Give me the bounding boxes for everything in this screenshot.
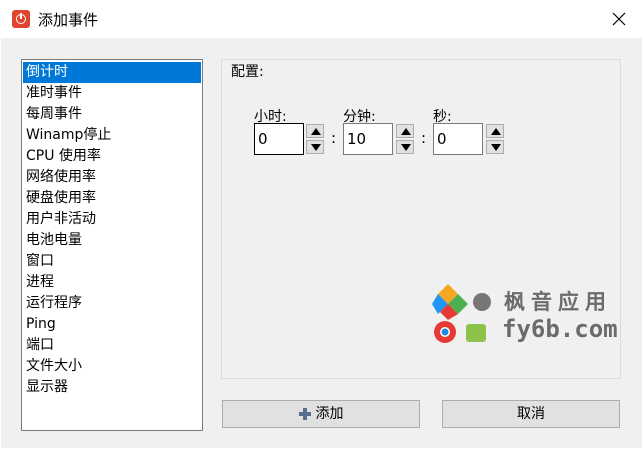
separator-colon: : (331, 129, 337, 147)
watermark-logo-icon (432, 284, 491, 343)
plus-icon (298, 408, 311, 420)
window-title: 添加事件 (38, 11, 99, 29)
close-button[interactable] (609, 9, 629, 29)
arrow-up-icon (401, 128, 411, 135)
list-item[interactable]: 准时事件 (23, 83, 201, 104)
close-icon (612, 12, 626, 26)
list-item[interactable]: 电池电量 (23, 230, 201, 251)
list-item[interactable]: 窗口 (23, 251, 201, 272)
list-item[interactable]: CPU 使用率 (23, 146, 201, 167)
list-item[interactable]: 进程 (23, 272, 201, 293)
arrow-down-icon (401, 144, 411, 151)
add-button-label: 添加 (315, 406, 344, 422)
hours-input[interactable]: 0 (254, 123, 304, 155)
list-item[interactable]: Ping (23, 314, 201, 335)
watermark-text-cn: 枫音应用 (504, 290, 612, 314)
minutes-up-button[interactable] (396, 124, 414, 138)
minutes-input[interactable]: 10 (343, 123, 393, 155)
separator-colon: : (421, 129, 427, 147)
app-power-icon (12, 10, 30, 28)
arrow-up-icon (491, 128, 501, 135)
hours-down-button[interactable] (306, 140, 324, 154)
config-group-title: 配置: (231, 61, 264, 81)
list-item[interactable]: 文件大小 (23, 356, 201, 377)
list-item[interactable]: 每周事件 (23, 104, 201, 125)
watermark-text-url: fy6b.com (502, 315, 618, 343)
minutes-down-button[interactable] (396, 140, 414, 154)
arrow-up-icon (311, 128, 321, 135)
list-item[interactable]: 倒计时 (23, 62, 201, 83)
arrow-down-icon (311, 144, 321, 151)
cancel-button-label: 取消 (517, 406, 545, 422)
arrow-down-icon (491, 144, 501, 151)
list-item[interactable]: 端口 (23, 335, 201, 356)
list-item[interactable]: 硬盘使用率 (23, 188, 201, 209)
list-item[interactable]: 运行程序 (23, 293, 201, 314)
seconds-up-button[interactable] (486, 124, 504, 138)
cancel-button[interactable]: 取消 (442, 400, 620, 428)
title-bar: 添加事件 (0, 0, 643, 38)
add-button[interactable]: 添加 (222, 400, 420, 428)
list-item[interactable]: 用户非活动 (23, 209, 201, 230)
list-item[interactable]: Winamp停止 (23, 125, 201, 146)
seconds-input[interactable]: 0 (433, 123, 483, 155)
list-item[interactable]: 显示器 (23, 377, 201, 398)
watermark: 枫音应用 fy6b.com (432, 282, 627, 352)
hours-up-button[interactable] (306, 124, 324, 138)
event-type-list[interactable]: 倒计时 准时事件 每周事件 Winamp停止 CPU 使用率 网络使用率 硬盘使用率 用户非活… (21, 59, 203, 431)
list-item[interactable]: 网络使用率 (23, 167, 201, 188)
seconds-down-button[interactable] (486, 140, 504, 154)
